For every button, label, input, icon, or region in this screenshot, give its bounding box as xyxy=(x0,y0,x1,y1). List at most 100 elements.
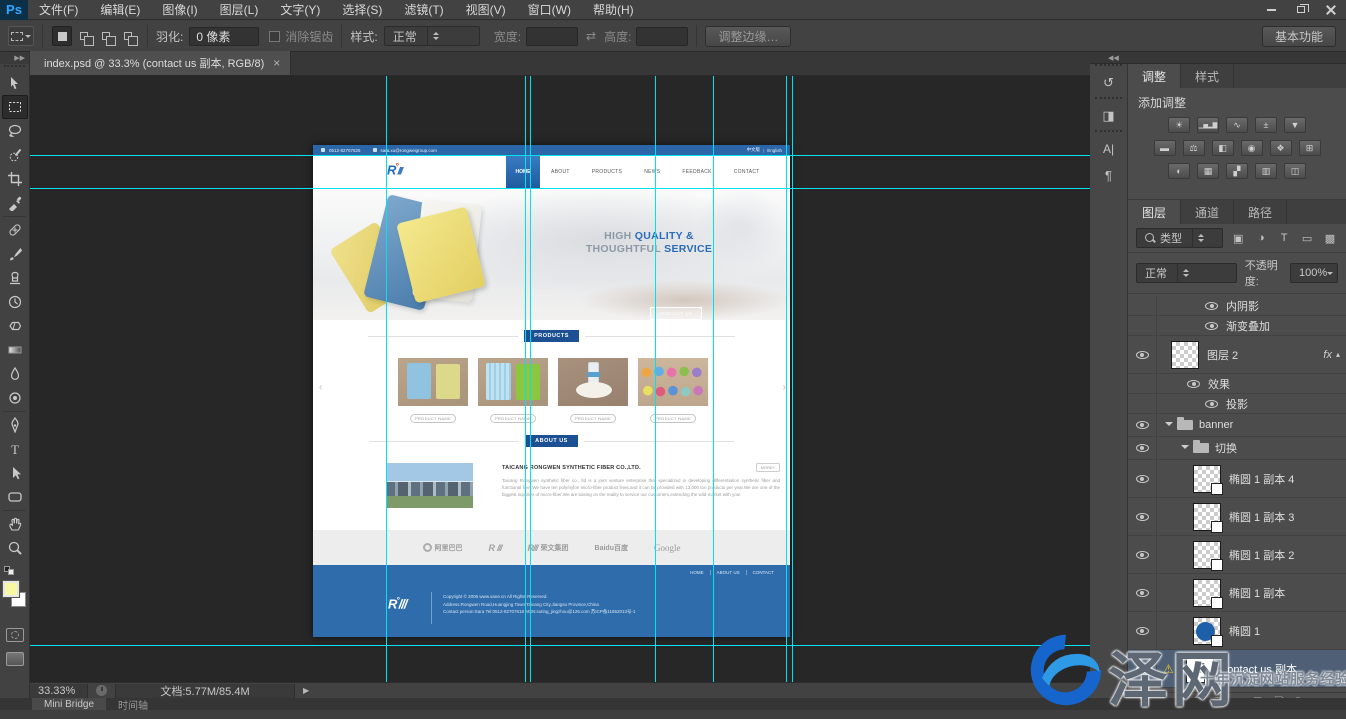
history-brush-tool[interactable] xyxy=(2,290,28,314)
eraser-tool[interactable] xyxy=(2,314,28,338)
quick-mask-button[interactable] xyxy=(6,628,24,642)
foreground-color-swatch[interactable] xyxy=(3,581,19,597)
antialias-checkbox[interactable] xyxy=(269,31,280,42)
layer-group-row[interactable]: 切换 xyxy=(1128,437,1346,460)
menu-window[interactable]: 窗口(W) xyxy=(517,0,582,20)
menu-select[interactable]: 选择(S) xyxy=(331,0,393,20)
layer-row-selected[interactable]: ⚠ T contact us 副本 xyxy=(1128,650,1346,688)
menu-type[interactable]: 文字(Y) xyxy=(269,0,331,20)
zoom-level-field[interactable]: 33.33% xyxy=(30,684,88,698)
menu-file[interactable]: 文件(F) xyxy=(28,0,89,20)
visibility-toggle[interactable] xyxy=(1205,400,1218,408)
canvas-area[interactable]: 0512-82707625 sara.xu@rongweigroup.com 中… xyxy=(30,76,1090,682)
opacity-input[interactable]: 100% xyxy=(1290,263,1338,283)
swap-dimensions-icon[interactable]: ⇄ xyxy=(586,29,596,43)
new-selection-button[interactable] xyxy=(52,26,72,46)
menu-edit[interactable]: 编辑(E) xyxy=(89,0,151,20)
effects-header-row[interactable]: 效果 xyxy=(1128,374,1346,394)
layer-thumbnail[interactable] xyxy=(1171,341,1199,369)
brush-tool[interactable] xyxy=(2,242,28,266)
add-to-selection-button[interactable] xyxy=(74,26,94,46)
tab-timeline[interactable]: 时间轴 xyxy=(106,698,160,710)
width-input[interactable] xyxy=(526,27,578,46)
visibility-toggle[interactable] xyxy=(1187,380,1200,388)
dodge-tool[interactable] xyxy=(2,386,28,410)
filter-type-layers-icon[interactable]: T xyxy=(1276,232,1292,244)
levels-icon[interactable]: ▁▅▂▇ xyxy=(1197,117,1219,133)
layer-row[interactable]: 椭圆 1 副本 4 xyxy=(1128,460,1346,498)
crop-tool[interactable] xyxy=(2,167,28,191)
shape-layer-thumbnail[interactable] xyxy=(1193,541,1221,569)
toolbar-collapse-icon[interactable]: ▶▶ xyxy=(0,52,29,64)
blend-mode-dropdown[interactable]: 正常 xyxy=(1136,263,1237,283)
layer-effect-row[interactable]: 投影 xyxy=(1128,394,1346,414)
layer-row[interactable]: 图层 2 fx ▴ xyxy=(1128,336,1346,374)
character-panel-icon[interactable]: A| xyxy=(1096,137,1122,161)
default-colors-icon[interactable] xyxy=(4,566,16,576)
photo-filter-icon[interactable]: ◉ xyxy=(1241,140,1263,156)
channel-mixer-icon[interactable]: ❖ xyxy=(1270,140,1292,156)
shape-layer-thumbnail[interactable] xyxy=(1193,465,1221,493)
gradient-map-icon[interactable]: ▥ xyxy=(1255,163,1277,179)
visibility-toggle[interactable] xyxy=(1136,513,1149,521)
layer-filter-dropdown[interactable]: 类型 xyxy=(1136,228,1223,248)
lasso-tool[interactable] xyxy=(2,119,28,143)
shape-layer-thumbnail[interactable] xyxy=(1193,617,1221,645)
layer-row[interactable]: 椭圆 1 副本 2 xyxy=(1128,536,1346,574)
minimize-button[interactable] xyxy=(1256,0,1286,20)
menu-filter[interactable]: 滤镜(T) xyxy=(393,0,454,20)
visibility-toggle[interactable] xyxy=(1136,351,1149,359)
style-dropdown[interactable]: 正常 xyxy=(384,26,480,46)
restore-button[interactable] xyxy=(1286,0,1316,20)
layer-effect-row[interactable]: 内阴影 xyxy=(1128,296,1346,316)
tab-styles[interactable]: 样式 xyxy=(1181,64,1234,88)
menu-view[interactable]: 视图(V) xyxy=(455,0,517,20)
gradient-tool[interactable] xyxy=(2,338,28,362)
filter-smart-objects-icon[interactable]: ▩ xyxy=(1322,232,1338,245)
layer-row[interactable]: 椭圆 1 副本 3 xyxy=(1128,498,1346,536)
dock-collapse-bar[interactable]: ◀◀ xyxy=(1090,52,1346,64)
properties-panel-icon[interactable]: ◨ xyxy=(1096,104,1122,128)
layer-group-row[interactable]: banner xyxy=(1128,414,1346,437)
visibility-toggle[interactable] xyxy=(1205,302,1218,310)
brightness-contrast-icon[interactable]: ☀ xyxy=(1168,117,1190,133)
shape-layer-thumbnail[interactable] xyxy=(1193,579,1221,607)
zoom-tool[interactable] xyxy=(2,536,28,560)
visibility-toggle[interactable] xyxy=(1205,322,1218,330)
tab-layers[interactable]: 图层 xyxy=(1128,200,1181,224)
blur-tool[interactable] xyxy=(2,362,28,386)
filter-shape-layers-icon[interactable]: ▭ xyxy=(1299,232,1315,245)
filter-pixel-layers-icon[interactable]: ▣ xyxy=(1230,232,1246,245)
quick-selection-tool[interactable] xyxy=(2,143,28,167)
fx-icon[interactable]: fx xyxy=(1323,349,1332,361)
document-tab[interactable]: index.psd @ 33.3% (contact us 副本, RGB/8)… xyxy=(30,51,291,75)
status-options-icon[interactable]: ▶ xyxy=(303,686,309,695)
move-tool[interactable] xyxy=(2,71,28,95)
threshold-icon[interactable]: ▞ xyxy=(1226,163,1248,179)
menu-image[interactable]: 图像(I) xyxy=(151,0,208,20)
visibility-toggle[interactable] xyxy=(1136,551,1149,559)
menu-help[interactable]: 帮助(H) xyxy=(582,0,645,20)
refine-edge-button[interactable]: 调整边缘… xyxy=(705,26,791,47)
curves-icon[interactable]: ∿ xyxy=(1226,117,1248,133)
intersect-selection-button[interactable] xyxy=(118,26,138,46)
type-tool[interactable]: T xyxy=(2,437,28,461)
paragraph-panel-icon[interactable]: ¶ xyxy=(1096,163,1122,187)
tab-channels[interactable]: 通道 xyxy=(1181,200,1234,224)
workspace-switcher-button[interactable]: 基本功能 xyxy=(1262,26,1336,47)
color-lookup-icon[interactable]: ⊞ xyxy=(1299,140,1321,156)
tab-adjustments[interactable]: 调整 xyxy=(1128,64,1181,88)
eyedropper-tool[interactable] xyxy=(2,191,28,215)
tab-close-icon[interactable]: × xyxy=(273,56,280,70)
visibility-toggle[interactable] xyxy=(1136,475,1149,483)
visibility-toggle[interactable] xyxy=(1136,444,1149,452)
feather-input[interactable]: 0 像素 xyxy=(189,27,259,46)
text-layer-thumbnail[interactable]: T xyxy=(1186,655,1214,683)
color-balance-icon[interactable]: ⚖ xyxy=(1183,140,1205,156)
group-expand-icon[interactable] xyxy=(1181,445,1189,453)
screen-mode-button[interactable] xyxy=(6,652,24,666)
layer-row[interactable]: 椭圆 1 副本 xyxy=(1128,574,1346,612)
shape-layer-thumbnail[interactable] xyxy=(1193,503,1221,531)
exposure-icon[interactable]: ± xyxy=(1255,117,1277,133)
menu-layer[interactable]: 图层(L) xyxy=(209,0,270,20)
